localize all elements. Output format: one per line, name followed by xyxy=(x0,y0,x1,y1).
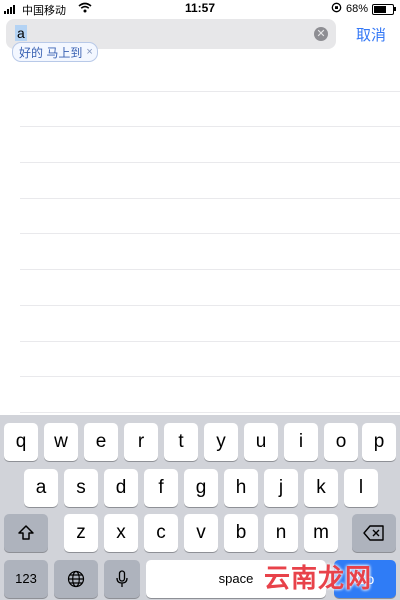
watermark: 云南龙网 xyxy=(264,563,373,593)
globe-key[interactable] xyxy=(54,560,98,598)
key-c[interactable]: c xyxy=(144,514,178,552)
list-item[interactable] xyxy=(20,377,400,413)
battery-percent: 68% xyxy=(345,3,368,15)
list-item[interactable] xyxy=(20,163,400,199)
key-o[interactable]: o xyxy=(324,423,358,461)
key-y[interactable]: y xyxy=(204,423,238,461)
shift-key[interactable] xyxy=(4,514,48,552)
key-n[interactable]: n xyxy=(264,514,298,552)
key-g[interactable]: g xyxy=(184,469,218,507)
key-k[interactable]: k xyxy=(304,469,338,507)
key-q[interactable]: q xyxy=(4,423,38,461)
key-w[interactable]: w xyxy=(44,423,78,461)
rotation-lock-icon xyxy=(331,2,342,16)
key-r[interactable]: r xyxy=(124,423,158,461)
list-item[interactable] xyxy=(20,127,400,164)
key-p[interactable]: p xyxy=(362,423,396,461)
key-t[interactable]: t xyxy=(164,423,198,461)
results-list xyxy=(20,56,400,413)
key-h[interactable]: h xyxy=(224,469,258,507)
key-j[interactable]: j xyxy=(264,469,298,507)
key-m[interactable]: m xyxy=(304,514,338,552)
clear-icon[interactable]: ✕ xyxy=(314,27,328,41)
globe-icon xyxy=(67,570,85,588)
numbers-key[interactable]: 123 xyxy=(4,560,48,598)
list-item[interactable] xyxy=(20,199,400,235)
key-x[interactable]: x xyxy=(104,514,138,552)
delete-key[interactable] xyxy=(352,514,396,552)
key-i[interactable]: i xyxy=(284,423,318,461)
status-bar: 中国移动 11:57 68% xyxy=(0,0,400,18)
key-f[interactable]: f xyxy=(144,469,178,507)
key-z[interactable]: z xyxy=(64,514,98,552)
key-a[interactable]: a xyxy=(24,469,58,507)
key-d[interactable]: d xyxy=(104,469,138,507)
key-u[interactable]: u xyxy=(244,423,278,461)
list-item[interactable] xyxy=(20,270,400,306)
list-item[interactable] xyxy=(20,56,400,92)
list-item[interactable] xyxy=(20,306,400,342)
list-item[interactable] xyxy=(20,234,400,271)
key-v[interactable]: v xyxy=(184,514,218,552)
dictation-key[interactable] xyxy=(104,560,140,598)
search-query[interactable]: a xyxy=(15,25,27,41)
cancel-button[interactable]: 取消 xyxy=(356,24,386,45)
backspace-icon xyxy=(363,525,384,541)
microphone-icon xyxy=(116,570,128,587)
key-e[interactable]: e xyxy=(84,423,118,461)
key-b[interactable]: b xyxy=(224,514,258,552)
battery-icon xyxy=(372,3,396,15)
list-item[interactable] xyxy=(20,342,400,378)
key-l[interactable]: l xyxy=(344,469,378,507)
key-s[interactable]: s xyxy=(64,469,98,507)
shift-icon xyxy=(18,525,34,540)
list-item[interactable] xyxy=(20,92,400,128)
